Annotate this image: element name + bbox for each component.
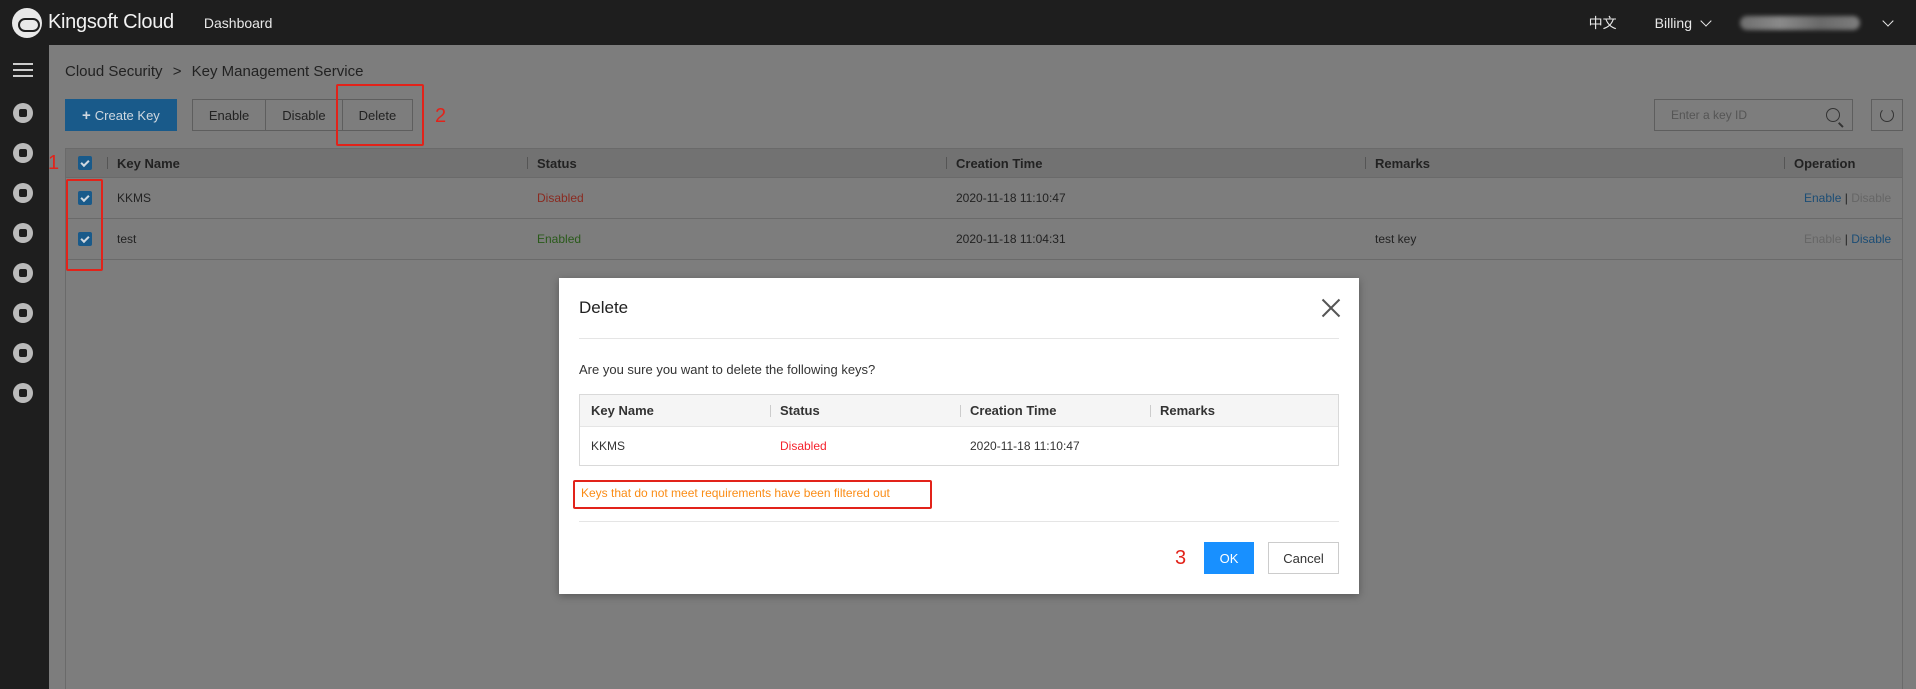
dialog-cell-key-name: KKMS: [591, 439, 626, 453]
server-icon[interactable]: [12, 182, 34, 204]
dialog-footer-divider: [579, 521, 1339, 522]
cell-operation: Enable | Disable: [1804, 232, 1891, 246]
chevron-down-icon[interactable]: [1882, 14, 1894, 27]
header-creation-time: Creation Time: [956, 155, 1043, 171]
user-icon[interactable]: [12, 142, 34, 164]
disable-link[interactable]: Disable: [1851, 232, 1891, 246]
dialog-question: Are you sure you want to delete the foll…: [579, 362, 876, 377]
header-status: Status: [537, 155, 577, 171]
billing-menu[interactable]: Billing: [1654, 14, 1712, 31]
create-key-button[interactable]: + Create Key: [65, 99, 177, 131]
refresh-icon: [1880, 108, 1894, 122]
cell-key-name: KKMS: [117, 191, 152, 205]
cell-creation-time: 2020-11-18 11:10:47: [956, 191, 1066, 205]
enable-link: Enable: [1804, 232, 1842, 246]
nav-dashboard[interactable]: Dashboard: [204, 15, 273, 31]
dialog-header-key-name: Key Name: [591, 403, 654, 418]
chevron-down-icon: [1700, 14, 1712, 27]
table-header: Key Name Status Creation Time Remarks Op…: [66, 149, 1902, 177]
op-separator: |: [1844, 232, 1848, 246]
search-icon[interactable]: [1826, 108, 1840, 122]
breadcrumb-separator: >: [172, 63, 182, 80]
network-icon[interactable]: [12, 302, 34, 324]
dialog-title: Delete: [579, 298, 629, 317]
disable-link: Disable: [1851, 191, 1892, 205]
delete-dialog: Delete Are you sure you want to delete t…: [559, 278, 1359, 594]
create-key-label: Create Key: [94, 107, 160, 123]
storage-icon[interactable]: [12, 262, 34, 284]
enable-button[interactable]: Enable: [191, 99, 267, 131]
table-row: test Enabled 2020-11-18 11:04:31 test ke…: [66, 218, 1902, 259]
search-placeholder: Enter a key ID: [1671, 108, 1748, 122]
annotation-number-3: 3: [1175, 547, 1187, 569]
op-separator: |: [1844, 191, 1848, 205]
dialog-cell-creation-time: 2020-11-18 11:10:47: [970, 439, 1080, 453]
header-operation: Operation: [1794, 155, 1856, 171]
cell-status: Enabled: [537, 232, 582, 246]
menu-icon[interactable]: [12, 59, 34, 81]
dialog-table-row: KKMS Disabled 2020-11-18 11:10:47: [580, 426, 1338, 465]
enable-link[interactable]: Enable: [1804, 191, 1841, 205]
close-icon[interactable]: [1321, 298, 1341, 318]
annotation-box-warning: [573, 480, 932, 509]
disable-button[interactable]: Disable: [265, 99, 343, 131]
breadcrumb-current: Key Management Service: [191, 63, 364, 80]
top-right-menu: 中文 Billing: [1589, 0, 1916, 45]
brand-logo[interactable]: Kingsoft Cloud: [12, 0, 174, 45]
annotation-box-checkboxes: [66, 179, 103, 271]
language-switch[interactable]: 中文: [1589, 13, 1617, 33]
search-input[interactable]: Enter a key ID: [1654, 99, 1853, 131]
cell-key-name: test: [117, 232, 137, 246]
plus-icon: +: [82, 106, 91, 124]
top-bar: Kingsoft Cloud Dashboard 中文 Billing: [0, 0, 1916, 45]
cloud-logo-icon: [12, 7, 42, 38]
annotation-number-2: 2: [435, 105, 447, 127]
billing-label: Billing: [1654, 14, 1692, 31]
dialog-header-status: Status: [780, 403, 820, 418]
header-key-name: Key Name: [117, 155, 180, 171]
keys-table: Key Name Status Creation Time Remarks Op…: [65, 148, 1903, 260]
monitor-icon[interactable]: [12, 382, 34, 404]
dialog-keys-table: Key Name Status Creation Time Remarks KK…: [579, 394, 1339, 466]
select-all-checkbox[interactable]: [78, 156, 92, 170]
header-remarks: Remarks: [1375, 155, 1430, 171]
brand-name: Kingsoft Cloud: [48, 11, 174, 33]
left-sidebar: [0, 45, 49, 689]
dialog-header-creation-time: Creation Time: [970, 403, 1057, 418]
user-account-blurred[interactable]: [1740, 15, 1860, 30]
cell-creation-time: 2020-11-18 11:04:31: [956, 232, 1066, 246]
dialog-divider: [579, 338, 1339, 339]
cloud-icon[interactable]: [12, 342, 34, 364]
annotation-box-delete: [336, 84, 424, 146]
ok-button[interactable]: OK: [1204, 542, 1254, 574]
dialog-header-remarks: Remarks: [1160, 403, 1215, 418]
shield-icon[interactable]: [12, 102, 34, 124]
breadcrumb-parent[interactable]: Cloud Security: [65, 63, 163, 80]
annotation-number-1: 1: [48, 152, 60, 174]
cell-status: Disabled: [537, 191, 584, 205]
dialog-table-header: Key Name Status Creation Time Remarks: [580, 395, 1338, 426]
cancel-button[interactable]: Cancel: [1268, 542, 1339, 574]
breadcrumb: Cloud Security > Key Management Service: [65, 63, 363, 80]
refresh-button[interactable]: [1871, 99, 1903, 131]
cell-remarks: test key: [1375, 232, 1417, 246]
cell-operation: Enable | Disable: [1804, 191, 1891, 205]
dialog-cell-status: Disabled: [780, 439, 827, 453]
table-row: KKMS Disabled 2020-11-18 11:10:47 Enable…: [66, 177, 1902, 218]
database-icon[interactable]: [12, 222, 34, 244]
